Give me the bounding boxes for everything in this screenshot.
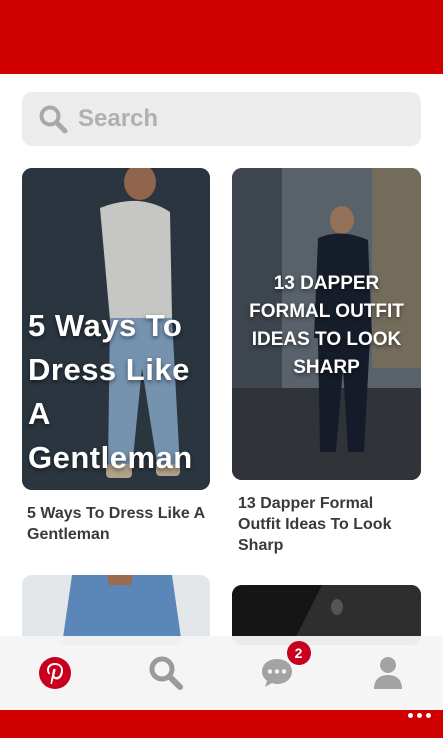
nav-search[interactable] bbox=[111, 636, 222, 710]
pin-card[interactable]: 5 Ways To Dress Like A Gentleman bbox=[22, 168, 210, 490]
pin-caption[interactable]: 13 Dapper Formal Outfit Ideas To Look Sh… bbox=[238, 493, 418, 556]
system-bottom-bar bbox=[0, 710, 443, 738]
pin-overlay-text: 13 DAPPER FORMAL OUTFIT IDEAS TO LOOK SH… bbox=[249, 273, 404, 378]
bottom-nav: 2 bbox=[0, 636, 443, 710]
notification-badge: 2 bbox=[286, 641, 311, 665]
pin-card[interactable]: 13 DAPPER FORMAL OUTFIT IDEAS TO LOOK SH… bbox=[232, 168, 421, 480]
nav-messages[interactable]: 2 bbox=[222, 636, 333, 710]
pinterest-logo-icon bbox=[39, 657, 72, 689]
pin-image bbox=[22, 575, 210, 645]
search-icon bbox=[149, 656, 184, 690]
pin-overlay-text: 5 Ways To Dress Like A Gentleman bbox=[28, 308, 193, 475]
pin-card[interactable] bbox=[22, 575, 210, 645]
search-icon bbox=[39, 105, 68, 134]
search-input[interactable]: Search bbox=[22, 92, 421, 146]
more-options-icon[interactable] bbox=[408, 713, 431, 718]
top-bar bbox=[0, 0, 443, 74]
pin-caption[interactable]: 5 Ways To Dress Like A Gentleman bbox=[27, 503, 212, 545]
nav-home[interactable] bbox=[0, 636, 111, 710]
search-placeholder: Search bbox=[78, 105, 159, 132]
profile-icon bbox=[373, 657, 402, 689]
nav-profile[interactable] bbox=[332, 636, 443, 710]
